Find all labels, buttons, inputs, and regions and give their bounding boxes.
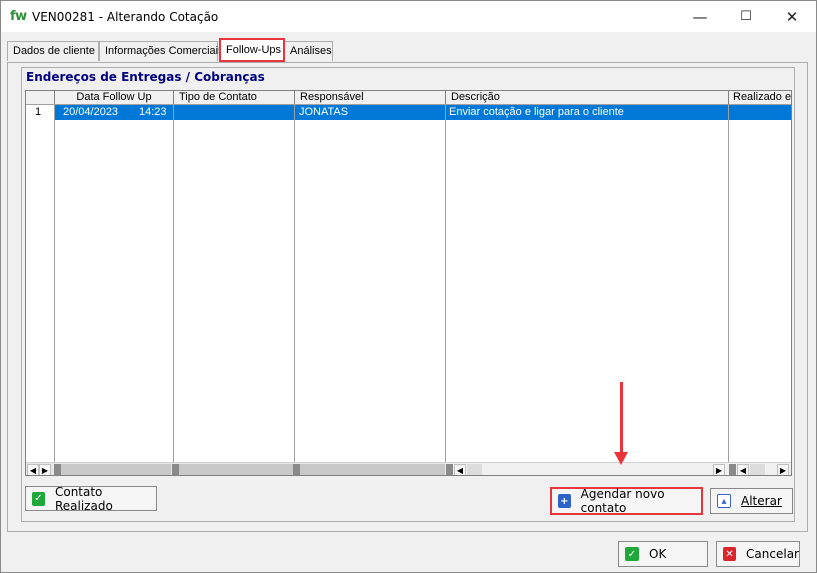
scrollbar-main[interactable] bbox=[54, 462, 446, 475]
ok-button[interactable]: ✓ OK bbox=[618, 541, 708, 567]
close-button[interactable]: ✕ bbox=[769, 1, 815, 32]
scroll-right-icon[interactable]: ▶ bbox=[39, 464, 51, 475]
app-logo: fw bbox=[10, 9, 27, 24]
grid-divider bbox=[54, 91, 55, 475]
scroll-left-icon[interactable]: ◀ bbox=[737, 464, 749, 475]
scroll-right-icon[interactable]: ▶ bbox=[777, 464, 789, 475]
scrollbar-realizado[interactable]: ◀ ▶ bbox=[729, 462, 791, 475]
row-date: 20/04/2023 14:23 bbox=[55, 105, 173, 120]
tab-informacoes-comerciais[interactable]: Informações Comerciais bbox=[99, 41, 224, 61]
cancelar-button[interactable]: ✕ Cancelar bbox=[716, 541, 800, 567]
dialog-window: fw VEN00281 - Alterando Cotação — ☐ ✕ Da… bbox=[0, 0, 817, 573]
check-icon: ✓ bbox=[625, 547, 639, 561]
scroll-thumb[interactable] bbox=[750, 464, 765, 475]
header-index[interactable] bbox=[26, 91, 55, 104]
scroll-left-icon[interactable]: ◀ bbox=[454, 464, 466, 475]
contato-realizado-button[interactable]: ✓ Contato Realizado bbox=[25, 484, 157, 513]
header-data-follow-up[interactable]: Data Follow Up bbox=[55, 91, 174, 104]
row-descricao: Enviar cotação e ligar para o cliente bbox=[446, 105, 728, 120]
cancel-x-icon: ✕ bbox=[723, 547, 737, 561]
tab-analises[interactable]: Análises bbox=[284, 41, 333, 61]
header-tipo-de-contato[interactable]: Tipo de Contato bbox=[174, 91, 295, 104]
table-row[interactable]: 1 20/04/2023 14:23 JONATAS Enviar cotaçã… bbox=[26, 105, 791, 120]
grid-divider bbox=[173, 91, 174, 475]
check-icon: ✓ bbox=[32, 491, 45, 506]
scroll-thumb[interactable] bbox=[300, 464, 445, 475]
scroll-thumb-marker bbox=[172, 464, 179, 475]
annotation-arrow-head-icon bbox=[614, 452, 628, 465]
scrollbar-index[interactable]: ◀ ▶ bbox=[26, 462, 54, 475]
scroll-thumb-marker bbox=[729, 464, 736, 475]
alterar-label: Alterar bbox=[741, 494, 782, 508]
header-responsavel[interactable]: Responsável bbox=[295, 91, 446, 104]
enderecos-group: Endereços de Entregas / Cobranças Data F… bbox=[21, 67, 795, 522]
alterar-button[interactable]: ▴ Alterar bbox=[710, 488, 793, 514]
annotation-arrow-shaft bbox=[620, 382, 623, 452]
ok-label: OK bbox=[649, 547, 667, 561]
grid-header: Data Follow Up Tipo de Contato Responsáv… bbox=[26, 91, 791, 105]
grid-divider bbox=[728, 91, 729, 475]
follow-up-grid[interactable]: Data Follow Up Tipo de Contato Responsáv… bbox=[25, 90, 792, 476]
scroll-thumb-marker bbox=[54, 464, 61, 475]
scroll-thumb[interactable] bbox=[61, 464, 171, 475]
scroll-right-icon[interactable]: ▶ bbox=[713, 464, 725, 475]
header-realizado[interactable]: Realizado e bbox=[729, 91, 791, 104]
follow-ups-panel: Endereços de Entregas / Cobranças Data F… bbox=[7, 62, 808, 532]
tab-dados-de-cliente[interactable]: Dados de cliente bbox=[7, 41, 99, 61]
scroll-left-icon[interactable]: ◀ bbox=[27, 464, 39, 475]
grid-divider bbox=[445, 91, 446, 475]
scroll-thumb[interactable] bbox=[179, 464, 293, 475]
contato-realizado-label: Contato Realizado bbox=[54, 484, 113, 513]
minimize-button[interactable]: — bbox=[677, 1, 723, 32]
agendar-novo-contato-label: Agendar novo contato bbox=[580, 487, 665, 515]
grid-divider bbox=[294, 91, 295, 475]
agendar-novo-contato-button[interactable]: + Agendar novo contato bbox=[550, 487, 703, 515]
scroll-thumb-marker bbox=[293, 464, 300, 475]
row-realizado bbox=[729, 105, 791, 120]
grid-column-lines bbox=[26, 91, 791, 475]
tab-follow-ups[interactable]: Follow-Ups bbox=[219, 38, 285, 62]
group-title: Endereços de Entregas / Cobranças bbox=[26, 70, 265, 84]
scroll-thumb[interactable] bbox=[467, 464, 482, 475]
add-icon: + bbox=[558, 494, 571, 508]
row-index: 1 bbox=[35, 106, 42, 118]
scrollbar-descricao[interactable]: ◀ ▶ bbox=[446, 462, 729, 475]
header-descricao[interactable]: Descrição bbox=[446, 91, 729, 104]
cancelar-label: Cancelar bbox=[746, 547, 799, 561]
scroll-thumb-marker bbox=[446, 464, 453, 475]
row-date-value: 20/04/2023 bbox=[63, 106, 119, 118]
window-title: VEN00281 - Alterando Cotação bbox=[32, 10, 219, 24]
edit-icon: ▴ bbox=[717, 494, 731, 508]
row-tipo bbox=[174, 105, 294, 120]
maximize-button[interactable]: ☐ bbox=[723, 1, 769, 32]
row-time-value: 14:23 bbox=[139, 106, 167, 118]
title-bar: fw VEN00281 - Alterando Cotação — ☐ ✕ bbox=[1, 1, 816, 32]
row-responsavel: JONATAS bbox=[295, 105, 445, 120]
